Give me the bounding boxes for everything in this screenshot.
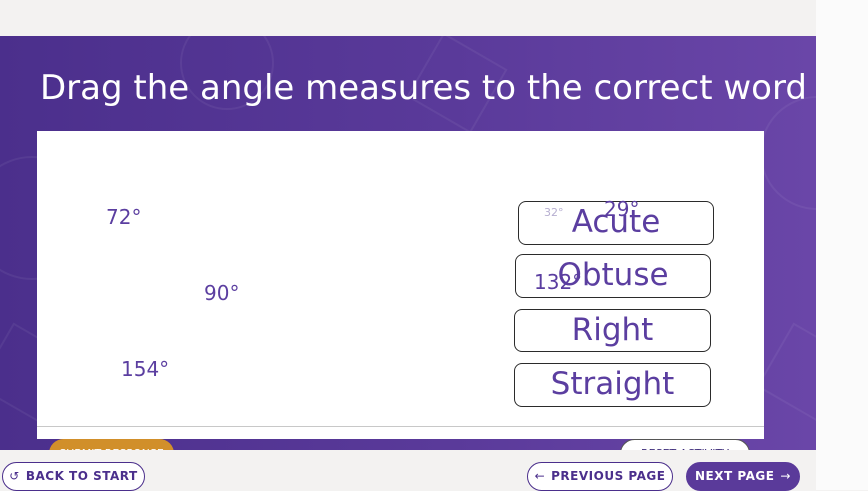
activity-title: Drag the angle measures to the correct w… xyxy=(40,68,807,108)
decor-circle xyxy=(760,96,816,210)
small-angle-32: 32° xyxy=(544,206,564,219)
draggable-angle-90[interactable]: 90° xyxy=(204,281,239,305)
next-page-button[interactable]: NEXT PAGE → xyxy=(686,462,800,491)
reset-activity-button[interactable]: RESET ACTIVITY xyxy=(620,439,750,450)
arrow-left-icon: ← xyxy=(534,469,546,483)
activity-panel: 72° 90° 154° Acute Obtuse Right Straight… xyxy=(37,131,764,450)
back-to-start-label: BACK TO START xyxy=(25,469,138,483)
dropped-angle-29[interactable]: 29° xyxy=(604,197,639,221)
back-to-start-button[interactable]: ↺ BACK TO START xyxy=(2,462,145,491)
dropped-angle-132[interactable]: 132° xyxy=(534,270,582,294)
drop-target-right[interactable]: Right xyxy=(514,309,711,352)
activity-banner: Drag the angle measures to the correct w… xyxy=(0,36,816,450)
submit-response-button[interactable]: SUBMIT RESPONSE xyxy=(49,439,174,450)
right-gutter xyxy=(816,0,868,490)
panel-divider xyxy=(37,426,764,427)
restart-icon: ↺ xyxy=(9,469,20,483)
decor-hexagon xyxy=(756,322,816,424)
arrow-right-icon: → xyxy=(780,469,791,483)
drop-target-straight[interactable]: Straight xyxy=(514,363,711,407)
previous-page-button[interactable]: ← PREVIOUS PAGE xyxy=(527,462,673,491)
next-page-label: NEXT PAGE xyxy=(695,469,775,483)
draggable-angle-72[interactable]: 72° xyxy=(106,205,141,229)
previous-page-label: PREVIOUS PAGE xyxy=(551,469,666,483)
draggable-angle-154[interactable]: 154° xyxy=(121,357,169,381)
